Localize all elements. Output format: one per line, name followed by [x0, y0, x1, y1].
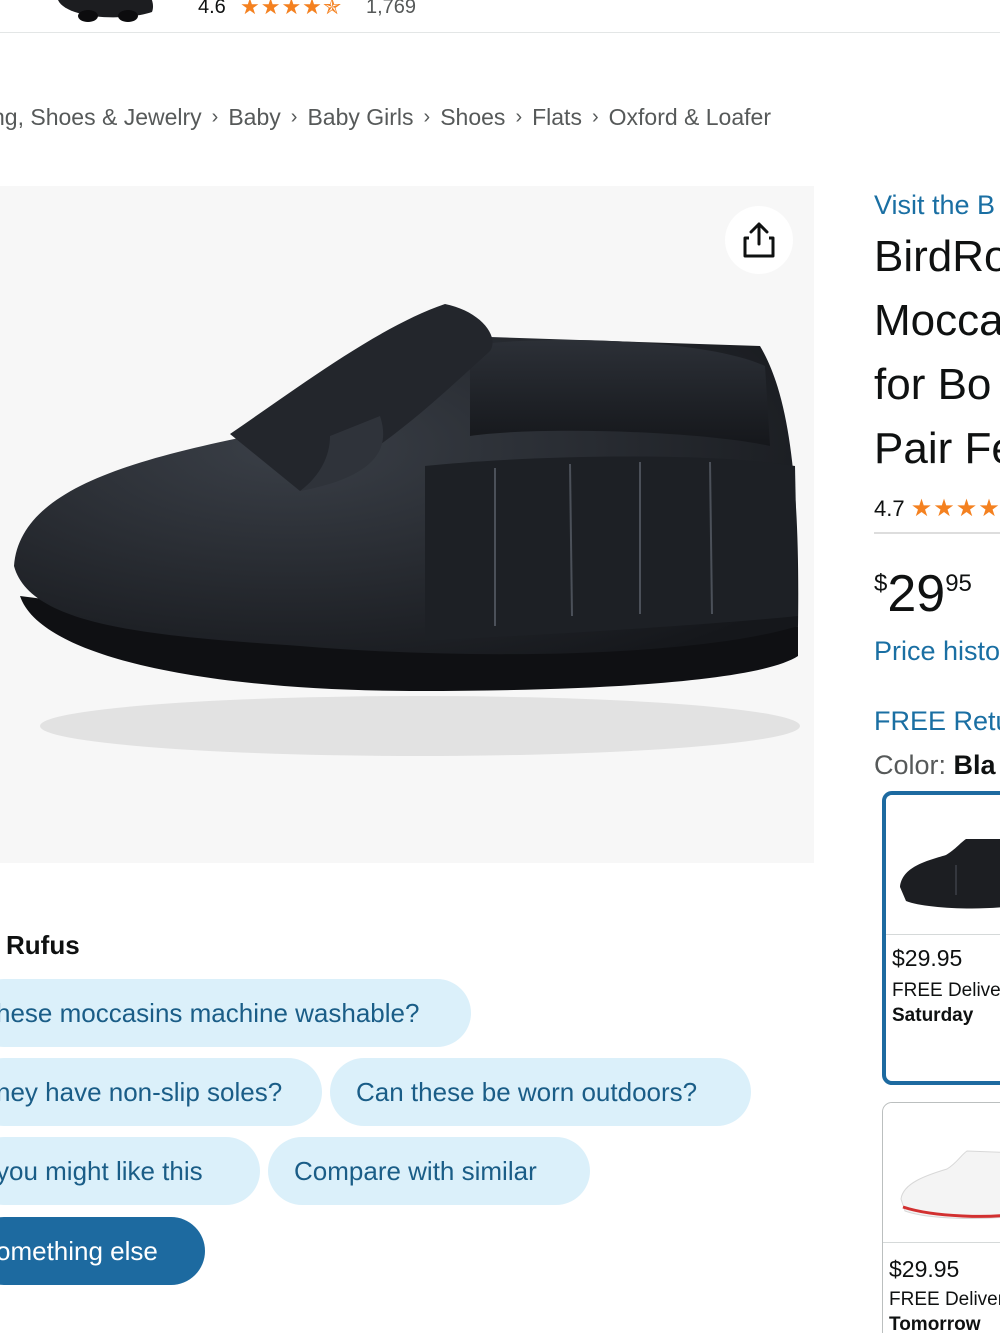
- sticky-product-bar: 4.6 ★★★★✯ 1,769: [0, 0, 1000, 33]
- swatch-delivery: FREE Deliver: [889, 1289, 1000, 1310]
- rufus-ask-something-else-button[interactable]: omething else: [0, 1217, 205, 1285]
- top-thumbnail[interactable]: [52, 0, 160, 24]
- black-moccasin-thumbnail: [900, 839, 1000, 909]
- moccasin-image: [14, 304, 800, 756]
- breadcrumb-chevron-icon: ›: [211, 105, 219, 128]
- swatch-price: $29.95: [889, 1256, 960, 1282]
- product-price: $2995: [874, 564, 972, 624]
- rufus-suggestion-might-like[interactable]: you might like this: [0, 1137, 260, 1205]
- swatch-image: [883, 1103, 1000, 1243]
- breadcrumb-chevron-icon: ›: [290, 105, 298, 128]
- product-rating-stars-icon: ★★★★: [910, 495, 1000, 522]
- breadcrumb-item-baby[interactable]: Baby: [228, 104, 280, 131]
- share-button[interactable]: [725, 206, 793, 274]
- swatch-delivery-day: Saturday: [892, 1005, 974, 1026]
- product-title-line-2: Mocca: [874, 296, 1000, 345]
- price-history-link[interactable]: Price histo: [874, 636, 1000, 667]
- product-title-line-3: for Bo: [874, 360, 992, 409]
- price-symbol: $: [874, 570, 888, 597]
- free-returns-link[interactable]: FREE Retu: [874, 706, 1000, 737]
- breadcrumb-item-shoes[interactable]: Shoes: [440, 104, 505, 131]
- share-icon: [743, 222, 775, 258]
- color-swatch-black[interactable]: $29.95 FREE Deliver Saturday: [882, 791, 1000, 1085]
- breadcrumb-item-oxford-loafer[interactable]: Oxford & Loafer: [609, 104, 771, 131]
- top-rating-value: 4.6: [198, 0, 226, 18]
- color-swatch-white[interactable]: $29.95 FREE Deliver Tomorrow: [882, 1102, 1000, 1333]
- rufus-suggestion-washable[interactable]: hese moccasins machine washable?: [0, 979, 471, 1047]
- price-whole: 29: [887, 565, 946, 623]
- breadcrumb-item-flats[interactable]: Flats: [532, 104, 582, 131]
- breadcrumb-chevron-icon: ›: [423, 105, 431, 128]
- product-main-image[interactable]: [0, 186, 814, 863]
- rufus-suggestion-non-slip[interactable]: ney have non-slip soles?: [0, 1058, 322, 1126]
- breadcrumb-chevron-icon: ›: [591, 105, 599, 128]
- color-label: Color:: [874, 750, 947, 780]
- product-title-line-4: Pair Fe: [874, 424, 1000, 473]
- rufus-suggestion-compare[interactable]: Compare with similar: [268, 1137, 590, 1205]
- top-review-count[interactable]: 1,769: [366, 0, 416, 19]
- white-moccasin-thumbnail: [900, 1150, 1000, 1219]
- product-rating-value: 4.7: [874, 496, 905, 521]
- product-rating[interactable]: 4.7 ★★★★: [874, 494, 1000, 523]
- color-selection-label: Color: Bla: [874, 750, 996, 781]
- visit-brand-store-link[interactable]: Visit the B: [874, 190, 995, 221]
- breadcrumb: ng, Shoes & Jewelry › Baby › Baby Girls …: [0, 101, 771, 133]
- swatch-delivery-day: Tomorrow: [889, 1314, 981, 1333]
- breadcrumb-chevron-icon: ›: [515, 105, 523, 128]
- product-details-column: Visit the B BirdRo Mocca for Bo Pair Fe …: [874, 186, 1000, 1333]
- color-value: Bla: [953, 750, 996, 780]
- breadcrumb-item-clothing[interactable]: ng, Shoes & Jewelry: [0, 104, 202, 131]
- top-rating-stars-icon[interactable]: ★★★★✯: [240, 0, 342, 20]
- product-title-line-1: BirdRo: [874, 232, 1000, 281]
- swatch-price: $29.95: [892, 945, 963, 971]
- swatch-image: [886, 795, 1000, 935]
- rufus-title: Rufus: [6, 930, 80, 960]
- price-fraction: 95: [945, 570, 972, 597]
- divider: [874, 532, 1000, 534]
- rufus-suggestion-outdoors[interactable]: Can these be worn outdoors?: [330, 1058, 751, 1126]
- breadcrumb-item-baby-girls[interactable]: Baby Girls: [307, 104, 413, 131]
- swatch-delivery: FREE Deliver: [892, 980, 1000, 1001]
